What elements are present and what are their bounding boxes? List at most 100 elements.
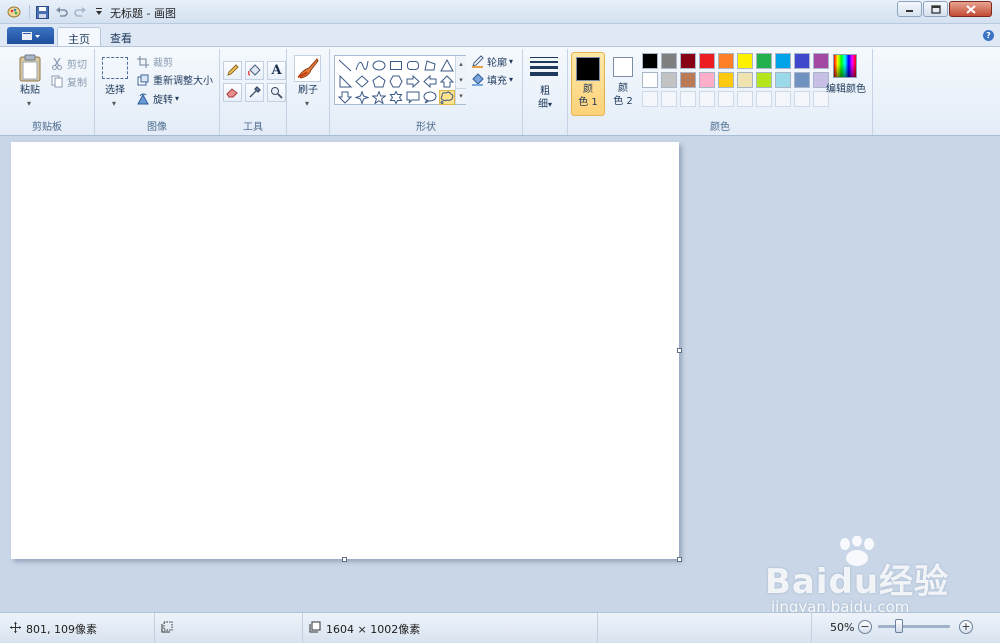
color-picker-icon[interactable] — [245, 83, 264, 102]
pencil-icon[interactable] — [223, 61, 242, 80]
palette-swatch-empty[interactable] — [756, 91, 772, 107]
zoom-out-button[interactable]: − — [858, 620, 872, 634]
palette-swatch[interactable] — [737, 53, 753, 69]
palette-swatch[interactable] — [737, 72, 753, 88]
cut-button[interactable]: 剪切 — [50, 56, 87, 71]
palette-swatch-empty[interactable] — [642, 91, 658, 107]
expand-gallery-icon[interactable]: ▾ — [456, 88, 466, 103]
outline-button[interactable]: 轮廓 ▾ — [470, 54, 513, 69]
four-point-star-shape-icon[interactable] — [354, 90, 370, 105]
palette-swatch[interactable] — [813, 53, 829, 69]
color-2-button[interactable]: 颜 色 2 — [606, 52, 640, 116]
select-icon[interactable] — [102, 57, 128, 79]
size-button[interactable]: 粗 细▾ — [527, 85, 563, 111]
crop-button[interactable]: 裁剪 — [136, 54, 173, 69]
save-icon[interactable] — [34, 4, 50, 20]
scroll-up-icon[interactable]: ▴ — [456, 56, 466, 72]
select-dropdown-icon[interactable]: ▾ — [112, 99, 116, 108]
diamond-shape-icon[interactable] — [354, 74, 370, 89]
resize-button[interactable]: 重新调整大小 — [136, 72, 213, 87]
paste-icon[interactable] — [17, 54, 43, 82]
select-button[interactable]: 选择 — [98, 84, 132, 97]
left-arrow-shape-icon[interactable] — [422, 74, 438, 89]
paste-dropdown-icon[interactable]: ▾ — [27, 99, 31, 108]
fill-bucket-icon[interactable] — [245, 61, 264, 80]
palette-swatch[interactable] — [699, 53, 715, 69]
brushes-button[interactable]: 刷子 — [290, 84, 326, 97]
resize-handle-right[interactable] — [677, 348, 682, 353]
fill-button[interactable]: 填充 ▾ — [470, 72, 513, 87]
paste-button[interactable]: 粘贴 — [12, 84, 48, 97]
palette-swatch[interactable] — [661, 72, 677, 88]
close-button[interactable] — [949, 1, 992, 17]
help-icon[interactable]: ? — [983, 30, 994, 41]
six-point-star-shape-icon[interactable] — [388, 90, 404, 105]
paint-app-icon[interactable] — [6, 4, 22, 20]
text-icon[interactable]: A — [267, 61, 286, 80]
zoom-in-button[interactable]: + — [959, 620, 973, 634]
line-thickness-icon[interactable] — [530, 57, 558, 76]
zoom-slider-track[interactable] — [878, 625, 950, 628]
palette-swatch-empty[interactable] — [794, 91, 810, 107]
scroll-down-icon[interactable]: ▾ — [456, 72, 466, 88]
palette-swatch[interactable] — [775, 53, 791, 69]
palette-swatch[interactable] — [661, 53, 677, 69]
customize-toolbar-icon[interactable] — [91, 4, 107, 20]
palette-swatch-empty[interactable] — [661, 91, 677, 107]
palette-swatch-empty[interactable] — [680, 91, 696, 107]
drawing-canvas[interactable] — [11, 142, 679, 559]
palette-swatch[interactable] — [756, 53, 772, 69]
edit-colors-button[interactable]: 编辑颜色 — [823, 83, 869, 96]
palette-swatch[interactable] — [699, 72, 715, 88]
line-shape-icon[interactable] — [337, 58, 353, 73]
rect-callout-shape-icon[interactable] — [405, 90, 421, 105]
polygon-shape-icon[interactable] — [422, 58, 438, 73]
palette-swatch-empty[interactable] — [737, 91, 753, 107]
palette-swatch[interactable] — [642, 53, 658, 69]
palette-swatch[interactable] — [794, 53, 810, 69]
right-arrow-shape-icon[interactable] — [405, 74, 421, 89]
rectangle-shape-icon[interactable] — [388, 58, 404, 73]
right-triangle-shape-icon[interactable] — [337, 74, 353, 89]
palette-swatch[interactable] — [680, 53, 696, 69]
oval-shape-icon[interactable] — [371, 58, 387, 73]
palette-swatch[interactable] — [718, 72, 734, 88]
palette-swatch[interactable] — [756, 72, 772, 88]
rotate-button[interactable]: 旋转 ▾ — [136, 91, 179, 106]
maximize-button[interactable] — [923, 1, 948, 17]
palette-swatch-empty[interactable] — [718, 91, 734, 107]
minimize-button[interactable] — [897, 1, 922, 17]
brushes-dropdown-icon[interactable]: ▾ — [305, 99, 309, 108]
palette-swatch[interactable] — [680, 72, 696, 88]
tab-home[interactable]: 主页 — [57, 27, 101, 46]
triangle-shape-icon[interactable] — [439, 58, 455, 73]
cloud-callout-shape-icon[interactable] — [439, 90, 455, 105]
five-point-star-shape-icon[interactable] — [371, 90, 387, 105]
tab-view[interactable]: 查看 — [100, 27, 142, 46]
color-1-button[interactable]: 颜 色 1 — [571, 52, 605, 116]
palette-swatch[interactable] — [642, 72, 658, 88]
hexagon-shape-icon[interactable] — [388, 74, 404, 89]
pentagon-shape-icon[interactable] — [371, 74, 387, 89]
brush-icon[interactable] — [294, 55, 321, 82]
palette-swatch[interactable] — [794, 72, 810, 88]
zoom-slider-thumb[interactable] — [895, 619, 903, 633]
redo-icon[interactable] — [72, 4, 88, 20]
application-menu-button[interactable] — [7, 27, 54, 44]
rounded-rectangle-shape-icon[interactable] — [405, 58, 421, 73]
magnifier-icon[interactable] — [267, 83, 286, 102]
resize-handle-corner[interactable] — [677, 557, 682, 562]
edit-colors-icon[interactable] — [833, 54, 857, 78]
down-arrow-shape-icon[interactable] — [337, 90, 353, 105]
shapes-scrollbar[interactable]: ▴ ▾ ▾ — [455, 56, 466, 104]
undo-icon[interactable] — [53, 4, 69, 20]
resize-handle-bottom[interactable] — [342, 557, 347, 562]
oval-callout-shape-icon[interactable] — [422, 90, 438, 105]
palette-swatch-empty[interactable] — [699, 91, 715, 107]
curve-shape-icon[interactable] — [354, 58, 370, 73]
palette-swatch-empty[interactable] — [775, 91, 791, 107]
eraser-icon[interactable] — [223, 83, 242, 102]
palette-swatch[interactable] — [718, 53, 734, 69]
palette-swatch[interactable] — [775, 72, 791, 88]
copy-button[interactable]: 复制 — [50, 74, 87, 89]
